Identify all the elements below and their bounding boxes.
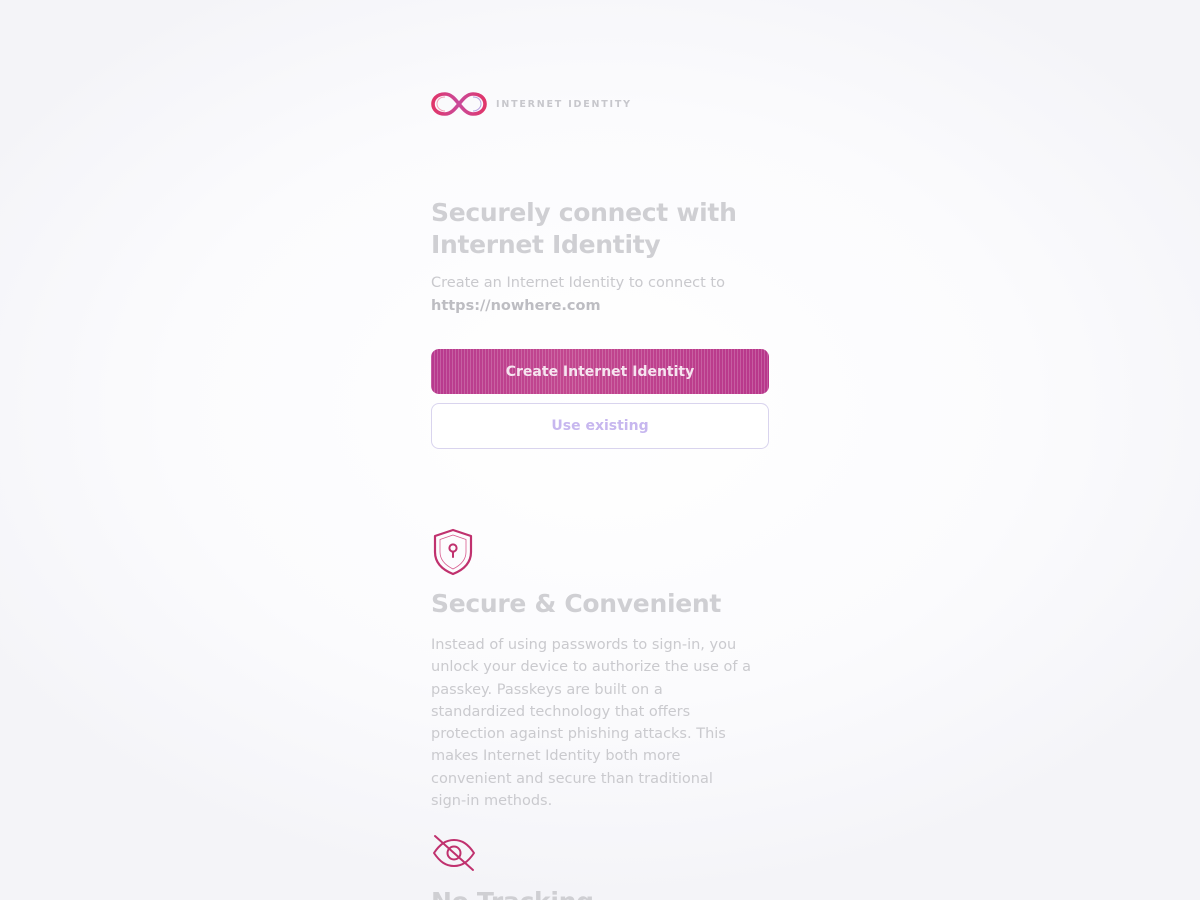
feature-title: No Tracking <box>431 886 769 900</box>
subtext: Create an Internet Identity to connect t… <box>431 272 769 318</box>
subtext-label: Create an Internet Identity to connect t… <box>431 275 725 291</box>
feature-title: Secure & Convenient <box>431 589 722 618</box>
use-existing-button[interactable]: Use existing <box>431 403 769 449</box>
target-url: https://nowhere.com <box>431 298 601 314</box>
brand[interactable]: INTERNET IDENTITY <box>431 90 632 118</box>
brand-name: INTERNET IDENTITY <box>496 98 632 110</box>
create-identity-button[interactable]: Create Internet Identity <box>431 349 769 394</box>
page-title: Securely connect with Internet Identity <box>431 198 737 259</box>
eye-slash-icon <box>431 833 477 873</box>
shield-keyhole-icon <box>431 528 475 576</box>
infinity-logo-icon <box>431 90 487 118</box>
feature-description: Instead of using passwords to sign-in, y… <box>431 637 751 810</box>
